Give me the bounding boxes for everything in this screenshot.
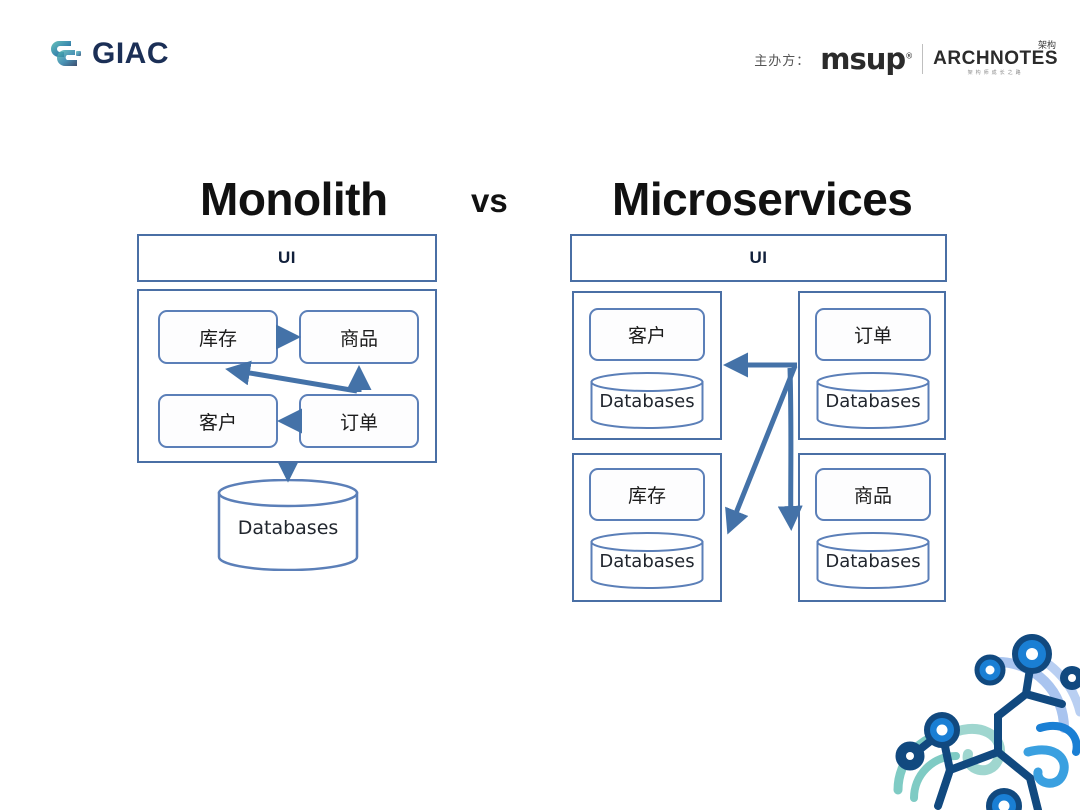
- arrow-ms-order-to-inventory: [725, 365, 798, 535]
- monolith-service-customer-label: 客户: [198, 411, 237, 434]
- msup-logo: msup®: [820, 42, 913, 76]
- microservice-customer-database: Databases: [589, 372, 705, 429]
- microservices-ui-bar: UI: [570, 234, 947, 282]
- monolith-service-inventory-label: 库存: [198, 327, 237, 350]
- archnotes-subtitle: 架构师成长之路: [967, 70, 1024, 76]
- microservice-order-label: 订单: [853, 325, 892, 347]
- slide-canvas: GIAC 主办方： msup® 架构 ARCHNOTES 架构师成长之路 Mon…: [0, 0, 1080, 810]
- monolith-ui-bar: UI: [137, 234, 437, 282]
- microservice-order-database: Databases: [815, 372, 931, 429]
- giac-logo-icon: [51, 41, 81, 66]
- title-microservices: Microservices: [612, 173, 913, 225]
- title-monolith: Monolith: [200, 173, 388, 225]
- microservice-customer-box: 客户: [589, 308, 705, 361]
- microservice-product-box: 商品: [815, 468, 931, 521]
- microservice-order-box: 订单: [815, 308, 931, 361]
- microservice-customer-label: 客户: [627, 325, 666, 347]
- monolith-database-cylinder: Databases: [216, 479, 360, 571]
- monolith-service-inventory: 库存: [158, 310, 278, 364]
- msup-wordmark: msup: [820, 42, 906, 76]
- sponsor-label: 主办方：: [754, 53, 811, 69]
- archnotes-wordmark: ARCHNOTES: [933, 48, 1058, 69]
- giac-logo: GIAC: [50, 37, 169, 71]
- giac-wordmark: GIAC: [92, 37, 169, 70]
- monolith-service-order-label: 订单: [339, 411, 378, 434]
- microservice-inventory-database: Databases: [589, 532, 705, 589]
- monolith-service-product: 商品: [299, 310, 419, 364]
- microservice-inventory-box: 库存: [589, 468, 705, 521]
- title-vs: vs: [471, 182, 508, 219]
- msup-registered-mark: ®: [905, 51, 913, 61]
- logo-divider: [922, 44, 924, 74]
- arrow-ms-order-to-product: [777, 367, 803, 531]
- monolith-service-customer: 客户: [158, 394, 278, 448]
- slide-header: GIAC 主办方： msup® 架构 ARCHNOTES 架构师成长之路: [0, 0, 1080, 110]
- monolith-ui-label: UI: [278, 248, 296, 267]
- sponsor-block: 主办方： msup® 架构 ARCHNOTES 架构师成长之路: [754, 41, 1058, 76]
- archnotes-logo: 架构 ARCHNOTES 架构师成长之路: [933, 41, 1058, 76]
- monolith-service-product-label: 商品: [339, 327, 378, 350]
- microservice-product-label: 商品: [853, 485, 892, 507]
- microservice-inventory-label: 库存: [627, 485, 666, 507]
- microservices-ui-label: UI: [749, 248, 768, 267]
- microservice-product-database: Databases: [815, 532, 931, 589]
- network-decoration-graphic: [893, 634, 1080, 810]
- archnotes-cn-label: 架构: [1037, 41, 1056, 51]
- monolith-service-order: 订单: [299, 394, 419, 448]
